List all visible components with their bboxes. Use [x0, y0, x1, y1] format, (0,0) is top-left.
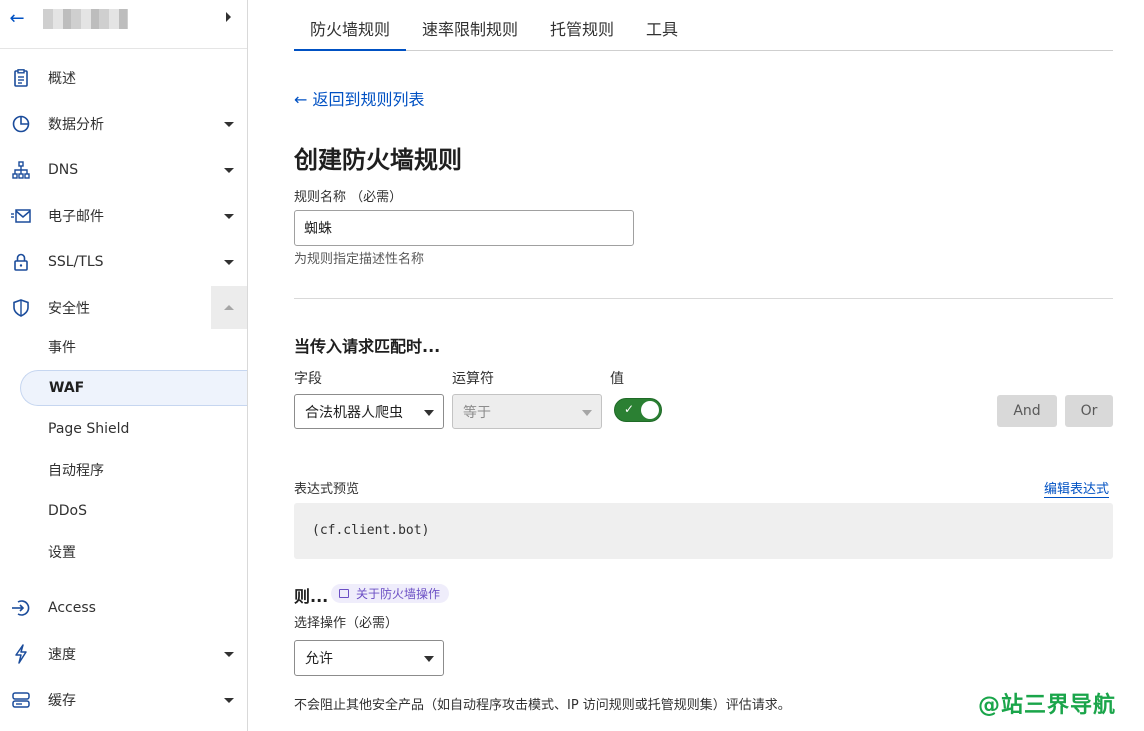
back-to-rules-link[interactable]: ← 返回到规则列表	[294, 86, 425, 110]
chevron-down-icon[interactable]	[224, 651, 234, 657]
sub-item-label: 事件	[48, 340, 76, 356]
value-toggle[interactable]: ✓	[614, 398, 662, 422]
back-arrow-icon[interactable]: ←	[6, 8, 28, 30]
toggle-knob	[641, 401, 659, 419]
nav-label: DNS	[48, 162, 79, 178]
nav-item-ssl-tls[interactable]: SSL/TLS	[0, 242, 247, 282]
pie-chart-icon	[11, 114, 31, 134]
sub-item-label: 自动程序	[48, 463, 104, 479]
chevron-down-icon[interactable]	[224, 259, 234, 265]
operator-select[interactable]: 等于	[452, 394, 602, 429]
page-title: 创建防火墙规则	[294, 146, 462, 174]
then-section-title: 则...	[294, 587, 329, 606]
nav-label: SSL/TLS	[48, 254, 104, 270]
nav-item-access[interactable]: Access	[0, 588, 247, 628]
shield-icon	[11, 298, 31, 318]
rule-name-help: 为规则指定描述性名称	[294, 252, 425, 267]
expression-preview-label: 表达式预览	[294, 482, 360, 497]
operator-select-value: 等于	[463, 404, 491, 421]
sub-item-label: DDoS	[48, 503, 88, 519]
caret-right-icon[interactable]	[226, 12, 231, 22]
access-icon	[11, 598, 31, 618]
document-icon	[11, 68, 31, 88]
or-button[interactable]: Or	[1065, 395, 1113, 427]
nav-label: 速度	[48, 647, 76, 663]
field-select[interactable]: 合法机器人爬虫	[294, 394, 444, 429]
book-icon	[339, 589, 349, 598]
rule-name-input[interactable]: 蜘蛛	[294, 210, 634, 246]
action-label: 选择操作（必需）	[294, 616, 399, 631]
nav-label: 缓存	[48, 693, 76, 709]
tab-managed-rules[interactable]: 托管规则	[550, 16, 614, 51]
chevron-down-icon[interactable]	[224, 121, 234, 127]
storage-icon	[11, 690, 31, 710]
chevron-down-icon[interactable]	[224, 167, 234, 173]
nav-label: 概述	[48, 71, 76, 87]
nav-item-cache[interactable]: 缓存	[0, 680, 247, 720]
collapse-security-button[interactable]	[211, 286, 247, 329]
nav-label: 数据分析	[48, 117, 104, 133]
chevron-down-icon[interactable]	[224, 697, 234, 703]
pill-label: 关于防火墙操作	[356, 587, 441, 601]
nav-item-security[interactable]: 安全性	[0, 288, 247, 328]
field-select-value: 合法机器人爬虫	[305, 404, 403, 421]
sub-item-label: WAF	[49, 380, 85, 396]
sub-item-settings[interactable]: 设置	[20, 534, 247, 570]
match-section-title: 当传入请求匹配时...	[294, 337, 441, 356]
sub-item-page-shield[interactable]: Page Shield	[20, 411, 247, 447]
nav-item-dns[interactable]: DNS	[0, 150, 247, 190]
tab-bar: 防火墙规则 速率限制规则 托管规则 工具	[294, 0, 1113, 51]
action-select[interactable]: 允许	[294, 640, 444, 676]
chevron-down-icon	[424, 656, 434, 662]
nav-label: Access	[48, 600, 96, 616]
rule-name-value: 蜘蛛	[304, 221, 332, 237]
nav-item-speed[interactable]: 速度	[0, 634, 247, 674]
sidebar: ← 概述 数据分析 DNS 电子邮件 SSL/TLS 安全性 事件 WAF Pa…	[0, 0, 248, 731]
expression-preview: (cf.client.bot)	[294, 503, 1113, 559]
nav-item-email[interactable]: 电子邮件	[0, 196, 247, 236]
chevron-up-icon	[224, 305, 234, 310]
tab-tools[interactable]: 工具	[646, 16, 678, 51]
sub-item-events[interactable]: 事件	[20, 329, 247, 365]
sub-item-label: 设置	[48, 545, 76, 561]
network-icon	[11, 160, 31, 180]
firewall-actions-help-pill[interactable]: 关于防火墙操作	[331, 584, 450, 603]
chevron-down-icon	[424, 410, 434, 416]
action-note: 不会阻止其他安全产品（如自动程序攻击模式、IP 访问规则或托管规则集）评估请求。	[294, 698, 791, 713]
chevron-down-icon[interactable]	[224, 213, 234, 219]
nav-item-analytics[interactable]: 数据分析	[0, 104, 247, 144]
tab-rate-limiting[interactable]: 速率限制规则	[422, 16, 518, 51]
sub-item-ddos[interactable]: DDoS	[20, 493, 247, 529]
sub-item-label: Page Shield	[48, 421, 130, 437]
operator-label: 运算符	[452, 371, 494, 387]
lightning-icon	[11, 644, 31, 664]
expression-code: (cf.client.bot)	[312, 523, 430, 538]
email-icon	[11, 206, 31, 226]
action-select-value: 允许	[305, 651, 333, 667]
tab-firewall-rules[interactable]: 防火墙规则	[294, 16, 406, 51]
check-icon: ✓	[624, 402, 635, 416]
lock-icon	[11, 252, 31, 272]
watermark: @站三界导航	[978, 693, 1117, 718]
sub-item-bots[interactable]: 自动程序	[20, 452, 247, 488]
rule-name-label: 规则名称 （必需）	[294, 190, 403, 205]
account-name-blurred[interactable]	[43, 9, 128, 29]
chevron-down-icon	[582, 410, 592, 416]
divider	[294, 298, 1113, 299]
nav-label: 安全性	[48, 301, 90, 317]
sub-item-waf[interactable]: WAF	[20, 370, 247, 406]
value-label: 值	[610, 371, 624, 387]
nav-item-overview[interactable]: 概述	[0, 58, 247, 98]
sidebar-header: ←	[0, 0, 247, 49]
edit-expression-link[interactable]: 编辑表达式	[1044, 478, 1110, 498]
nav-label: 电子邮件	[48, 209, 104, 225]
field-label: 字段	[294, 371, 322, 387]
and-button[interactable]: And	[997, 395, 1057, 427]
